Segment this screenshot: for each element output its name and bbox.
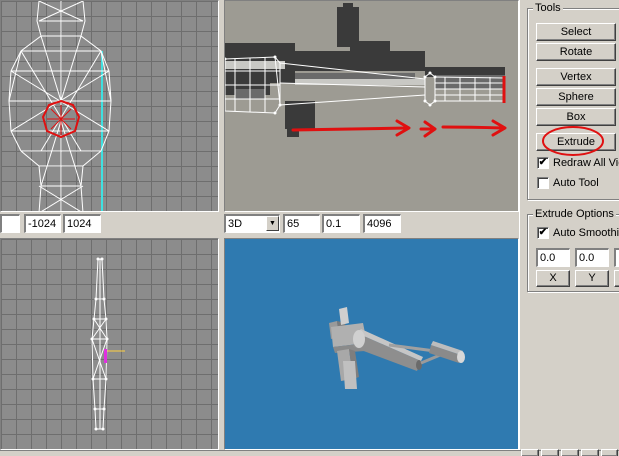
view-mode-select[interactable]: 3D ▼ [224,214,280,233]
axis-z-button[interactable] [614,270,619,287]
sphere-button[interactable]: Sphere [536,88,616,106]
status-button-3[interactable] [561,449,579,456]
auto-smoothing-label: Auto Smoothing [553,227,619,240]
viewport-front[interactable] [0,0,219,212]
view-mode-value: 3D [228,218,243,230]
auto-tool-check-box[interactable] [537,177,549,190]
axis-x-button[interactable]: X [536,270,570,287]
status-button-5[interactable] [601,449,618,456]
viewport-top[interactable] [0,238,219,450]
auto-tool-checkbox[interactable]: Auto Tool [537,177,599,191]
viewport-side[interactable] [224,0,519,212]
coord-left-field[interactable] [0,214,20,233]
coord-min-field[interactable]: -1024 [24,214,61,233]
status-button-4[interactable] [581,449,599,456]
vertex-button[interactable]: Vertex [536,68,616,86]
wireframe-front [8,1,112,211]
redraw-check-box[interactable]: ✔ [537,157,549,170]
status-button-1[interactable] [521,449,539,456]
axis-y-button[interactable]: Y [575,270,609,287]
status-button-2[interactable] [541,449,559,456]
gun-side-image [225,1,518,211]
auto-tool-label: Auto Tool [553,177,599,190]
wireframe-top [90,257,125,431]
extrude-highlight-circle [542,126,604,156]
auto-smoothing-checkbox[interactable]: ✔ Auto Smoothing [537,227,619,241]
extrude-x-field[interactable]: 0.0 [536,248,570,267]
tools-group-title: Tools [533,2,563,14]
fov-field[interactable]: 65 [283,214,320,233]
auto-smoothing-check-box[interactable]: ✔ [537,227,549,240]
coord-max-field[interactable]: 1024 [63,214,101,233]
viewport-3d[interactable] [224,238,519,450]
select-button[interactable]: Select [536,23,616,41]
extrude-z-field[interactable] [614,248,619,267]
rotate-button[interactable]: Rotate [536,43,616,61]
gun-3d-model [329,307,465,389]
far-clip-field[interactable]: 4096 [363,214,401,233]
near-clip-field[interactable]: 0.1 [322,214,360,233]
extrude-options-title: Extrude Options [533,208,616,220]
redraw-label: Redraw All Views [553,157,619,170]
redraw-all-views-checkbox[interactable]: ✔ Redraw All Views [537,157,619,171]
chevron-down-icon[interactable]: ▼ [266,216,279,231]
extrude-y-field[interactable]: 0.0 [575,248,609,267]
